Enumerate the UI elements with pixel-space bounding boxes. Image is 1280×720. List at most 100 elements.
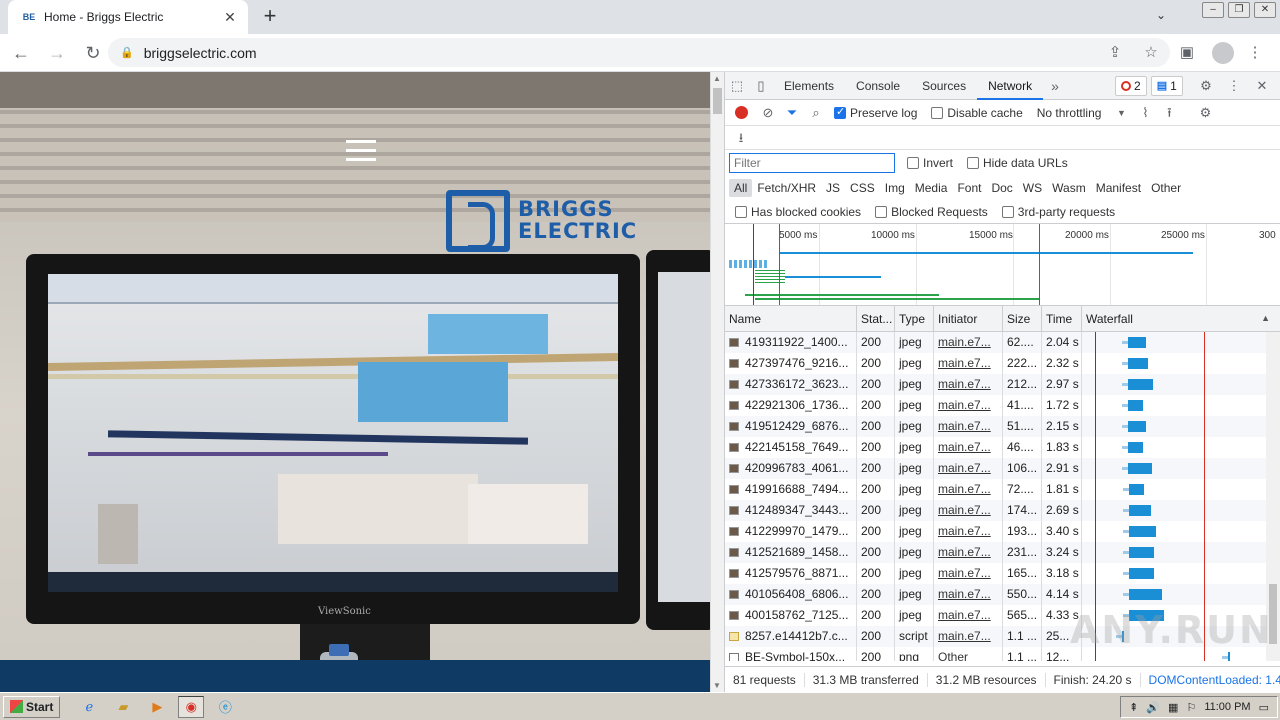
type-filter-media[interactable]: Media [910, 179, 953, 197]
type-filter-css[interactable]: CSS [845, 179, 880, 197]
back-arrow-icon[interactable]: ← [6, 38, 36, 68]
address-bar[interactable]: 🔒 briggselectric.com [108, 38, 1170, 67]
request-name[interactable]: 419512429_6876... [725, 416, 857, 437]
forward-arrow-icon[interactable]: → [42, 38, 72, 68]
profile-avatar[interactable] [1212, 42, 1234, 64]
request-name[interactable]: 427397476_9216... [725, 353, 857, 374]
request-initiator-link[interactable]: main.e7... [934, 542, 1003, 563]
request-name[interactable]: 8257.e14412b7.c... [725, 626, 857, 647]
column-type[interactable]: Type [895, 306, 934, 331]
type-filter-font[interactable]: Font [952, 179, 986, 197]
edge-icon[interactable]: ⓔ [212, 696, 238, 718]
type-filter-other[interactable]: Other [1146, 179, 1186, 197]
request-initiator-link[interactable]: Other [934, 647, 1003, 661]
request-initiator-link[interactable]: main.e7... [934, 563, 1003, 584]
type-filter-all[interactable]: All [729, 179, 753, 197]
inspect-element-icon[interactable]: ⬚ [725, 74, 749, 98]
network-conditions-icon[interactable]: ⌇ [1133, 101, 1157, 125]
hide-data-urls-checkbox[interactable]: Hide data URLs [967, 156, 1068, 170]
column-name[interactable]: Name [725, 306, 857, 331]
type-filter-js[interactable]: JS [821, 179, 845, 197]
tab-search-chevron-icon[interactable]: ⌄ [1152, 8, 1170, 26]
throttling-select[interactable]: No throttling [1037, 106, 1102, 120]
filter-input[interactable] [729, 153, 895, 173]
devtools-settings-gear-icon[interactable]: ⚙ [1194, 74, 1218, 98]
internet-explorer-icon[interactable]: ℯ [76, 696, 102, 718]
column-size[interactable]: Size [1003, 306, 1042, 331]
disable-cache-checkbox[interactable]: Disable cache [931, 106, 1023, 120]
request-name[interactable]: 427336172_3623... [725, 374, 857, 395]
column-time[interactable]: Time [1042, 306, 1082, 331]
table-row[interactable]: 419311922_1400... 200 jpeg main.e7... 62....… [725, 332, 1280, 353]
reload-icon[interactable]: ↻ [78, 38, 108, 68]
volume-icon[interactable]: 🔊 [1146, 701, 1160, 714]
column-status[interactable]: Stat... [857, 306, 895, 331]
share-icon[interactable]: ⇪ [1100, 38, 1130, 68]
request-initiator-link[interactable]: main.e7... [934, 500, 1003, 521]
table-row[interactable]: 419512429_6876... 200 jpeg main.e7... 51....… [725, 416, 1280, 437]
export-har-icon[interactable]: ⭳ [733, 126, 749, 150]
search-icon[interactable]: ⌕ [804, 101, 828, 125]
request-name[interactable]: 419916688_7494... [725, 479, 857, 500]
network-settings-gear-icon[interactable]: ⚙ [1193, 101, 1217, 125]
close-window-button[interactable]: ✕ [1254, 2, 1276, 18]
page-scrollbar[interactable]: ▲ ▼ [710, 72, 724, 692]
blocked-requests-checkbox[interactable]: Blocked Requests [875, 205, 988, 219]
message-count-badge[interactable]: ▤ 1 [1150, 76, 1183, 96]
devtools-close-icon[interactable]: ✕ [1250, 74, 1274, 98]
request-name[interactable]: 419311922_1400... [725, 332, 857, 353]
browser-menu-icon[interactable]: ⋮ [1240, 38, 1270, 68]
type-filter-img[interactable]: Img [880, 179, 910, 197]
request-initiator-link[interactable]: main.e7... [934, 374, 1003, 395]
network-overview-timeline[interactable]: 5000 ms 10000 ms 15000 ms 20000 ms 25000… [725, 224, 1280, 306]
request-name[interactable]: 412489347_3443... [725, 500, 857, 521]
file-explorer-icon[interactable]: ▰ [110, 696, 136, 718]
request-initiator-link[interactable]: main.e7... [934, 458, 1003, 479]
request-name[interactable]: 400158762_7125... [725, 605, 857, 626]
network-icon[interactable]: ▦ [1168, 701, 1178, 714]
table-row[interactable]: 427397476_9216... 200 jpeg main.e7... 222...… [725, 353, 1280, 374]
request-initiator-link[interactable]: main.e7... [934, 437, 1003, 458]
request-name[interactable]: 412579576_8871... [725, 563, 857, 584]
table-row[interactable]: 412489347_3443... 200 jpeg main.e7... 174...… [725, 500, 1280, 521]
tray-arrow-icon[interactable]: ⇞ [1129, 701, 1138, 714]
minimize-button[interactable]: – [1202, 2, 1224, 18]
table-row[interactable]: 420996783_4061... 200 jpeg main.e7... 106...… [725, 458, 1280, 479]
column-waterfall[interactable]: Waterfall [1082, 306, 1280, 331]
filter-funnel-icon[interactable]: ⏷ [780, 101, 804, 125]
tab-close-icon[interactable]: ✕ [222, 9, 238, 25]
record-icon[interactable] [735, 106, 748, 119]
device-toolbar-icon[interactable]: ▯ [749, 74, 773, 98]
table-row[interactable]: 412299970_1479... 200 jpeg main.e7... 193...… [725, 521, 1280, 542]
request-initiator-link[interactable]: main.e7... [934, 395, 1003, 416]
table-row[interactable]: 422921306_1736... 200 jpeg main.e7... 41....… [725, 395, 1280, 416]
request-name[interactable]: 401056408_6806... [725, 584, 857, 605]
request-initiator-link[interactable]: main.e7... [934, 479, 1003, 500]
bookmark-star-icon[interactable]: ☆ [1136, 38, 1166, 68]
request-name[interactable]: 420996783_4061... [725, 458, 857, 479]
type-filter-doc[interactable]: Doc [986, 179, 1017, 197]
table-row[interactable]: 412521689_1458... 200 jpeg main.e7... 231...… [725, 542, 1280, 563]
request-name[interactable]: 412521689_1458... [725, 542, 857, 563]
invert-checkbox[interactable]: Invert [907, 156, 953, 170]
preserve-log-checkbox[interactable]: Preserve log [834, 105, 917, 120]
type-filter-manifest[interactable]: Manifest [1091, 179, 1146, 197]
chrome-taskbar-icon[interactable]: ◉ [178, 695, 205, 718]
dropdown-arrow-icon[interactable]: ▼ [1109, 101, 1133, 125]
lock-icon[interactable]: 🔒 [120, 46, 134, 59]
browser-tab-active[interactable]: BE Home - Briggs Electric ✕ [8, 0, 248, 34]
flag-icon[interactable]: ⚐ [1186, 701, 1196, 714]
column-initiator[interactable]: Initiator [934, 306, 1003, 331]
table-row[interactable]: 401056408_6806... 200 jpeg main.e7... 550...… [725, 584, 1280, 605]
request-initiator-link[interactable]: main.e7... [934, 416, 1003, 437]
sort-ascending-icon[interactable]: ▲ [1261, 313, 1270, 323]
table-row[interactable]: 412579576_8871... 200 jpeg main.e7... 165...… [725, 563, 1280, 584]
more-tabs-icon[interactable]: » [1043, 78, 1067, 94]
table-row[interactable]: 427336172_3623... 200 jpeg main.e7... 212...… [725, 374, 1280, 395]
restore-button[interactable]: ❐ [1228, 2, 1250, 18]
tab-sources[interactable]: Sources [911, 72, 977, 100]
table-row[interactable]: 419916688_7494... 200 jpeg main.e7... 72....… [725, 479, 1280, 500]
show-desktop-icon[interactable]: ▭ [1259, 701, 1269, 714]
page-scroll-thumb[interactable] [713, 88, 722, 114]
tab-console[interactable]: Console [845, 72, 911, 100]
